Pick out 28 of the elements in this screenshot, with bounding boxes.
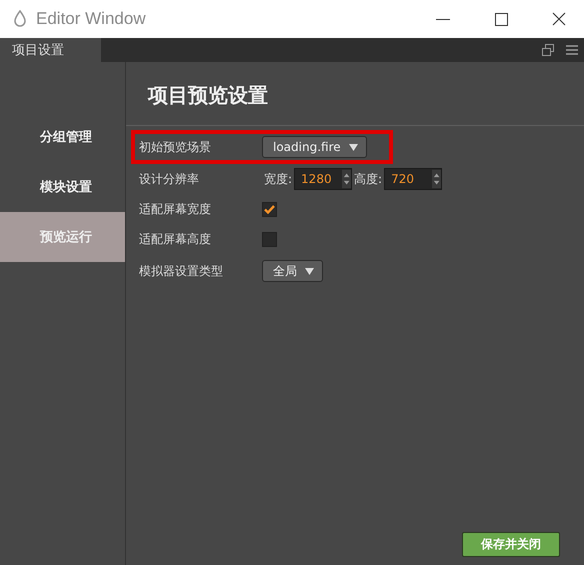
- checkbox[interactable]: [262, 202, 277, 216]
- maximize-icon: [494, 12, 508, 26]
- sidebar-item[interactable]: 分组管理: [0, 112, 125, 162]
- minimize-icon: [436, 18, 450, 20]
- spinner-arrows-icon[interactable]: [432, 169, 442, 189]
- setting-label: 设计分辨率: [139, 170, 200, 188]
- window-title: Editor Window: [36, 9, 147, 29]
- spinner-arrows-icon[interactable]: [342, 169, 352, 189]
- setting-label: 适配屏幕宽度: [139, 200, 212, 218]
- close-icon: [552, 12, 566, 26]
- popout-icon[interactable]: [542, 44, 554, 56]
- height-label: 高度:: [354, 170, 382, 188]
- page-heading: 项目预览设置: [126, 62, 584, 126]
- setting-label: 初始预览场景: [139, 138, 212, 156]
- dropdown[interactable]: loading.fire: [262, 136, 367, 158]
- menu-icon[interactable]: [566, 45, 578, 55]
- setting-label: 模拟器设置类型: [139, 262, 224, 280]
- panel-tab[interactable]: 项目设置: [0, 38, 101, 62]
- width-field[interactable]: 1280: [294, 168, 352, 190]
- app-logo-icon: [12, 10, 28, 28]
- caret-icon: [348, 144, 358, 150]
- checkbox[interactable]: [262, 232, 277, 246]
- width-label: 宽度:: [264, 170, 292, 188]
- sidebar-item[interactable]: 模块设置: [0, 162, 125, 212]
- dropdown[interactable]: 全局: [262, 260, 323, 282]
- height-field[interactable]: 720: [384, 168, 442, 190]
- setting-label: 适配屏幕高度: [139, 230, 212, 248]
- caret-icon: [305, 268, 314, 274]
